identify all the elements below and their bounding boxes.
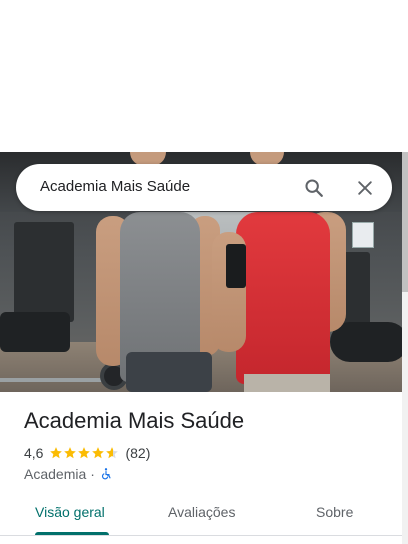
search-input[interactable]: Academia Mais Saúde xyxy=(40,178,190,195)
photo-phone xyxy=(226,244,246,288)
photo-person-right-shorts xyxy=(244,374,330,392)
star-icon xyxy=(64,447,77,459)
tabs-divider xyxy=(0,535,402,536)
photo-bench xyxy=(0,312,70,352)
separator: · xyxy=(90,466,95,482)
review-count[interactable]: (82) xyxy=(125,445,150,461)
scrollbar-thumb[interactable] xyxy=(402,152,408,292)
tab-about[interactable]: Sobre xyxy=(316,504,353,520)
rating-value: 4,6 xyxy=(24,445,44,461)
star-icon xyxy=(78,447,91,459)
place-title: Academia Mais Saúde xyxy=(24,408,245,433)
rating-row[interactable]: 4,6 (82) xyxy=(24,444,150,462)
wheelchair-icon xyxy=(101,468,111,480)
category-row: Academia · xyxy=(24,465,113,483)
half-star-icon xyxy=(106,447,119,459)
close-icon-svg xyxy=(358,181,372,195)
star-icon xyxy=(50,447,63,459)
tab-overview[interactable]: Visão geral xyxy=(35,504,105,520)
close-icon[interactable] xyxy=(352,175,378,201)
photo-poster xyxy=(352,222,374,248)
photo-gym-rack xyxy=(14,222,74,322)
photo-person-left-shorts xyxy=(126,352,212,392)
place-category: Academia xyxy=(24,466,87,482)
search-icon[interactable] xyxy=(301,175,327,201)
top-blank-area xyxy=(0,0,408,152)
photo-machine-base xyxy=(330,322,408,362)
place-tabs: Visão geral Avaliações Sobre xyxy=(0,492,402,536)
rating-stars xyxy=(49,446,119,460)
search-bar[interactable]: Academia Mais Saúde xyxy=(16,164,392,211)
star-icon xyxy=(92,447,105,459)
search-icon-svg xyxy=(305,179,323,197)
photo-person-right-shirt xyxy=(236,212,330,384)
tab-reviews[interactable]: Avaliações xyxy=(168,504,235,520)
